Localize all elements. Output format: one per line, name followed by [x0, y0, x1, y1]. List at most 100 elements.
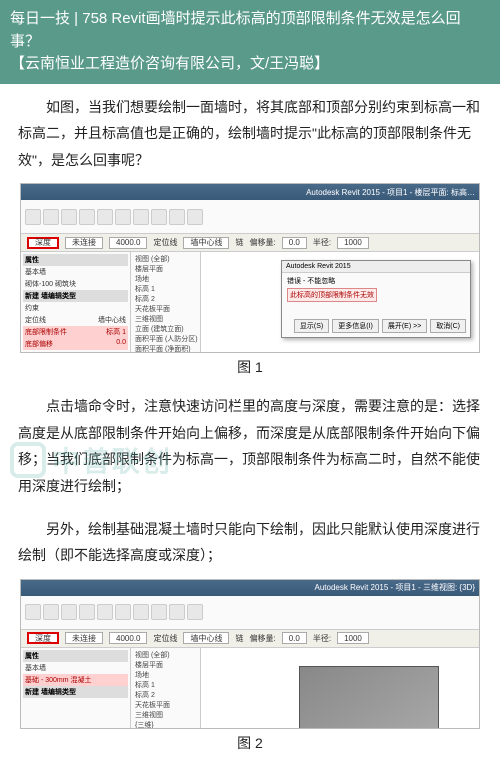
prop-row-base-constraint[interactable]: 底部限制条件标高 1: [23, 326, 128, 338]
prop-row-base-offset[interactable]: 底部偏移0.0: [23, 338, 128, 350]
height-input[interactable]: 4000.0: [109, 237, 147, 249]
ribbon-button[interactable]: [97, 604, 113, 620]
offset-input[interactable]: 0.0: [282, 632, 307, 644]
tree-item[interactable]: 标高 1: [133, 680, 198, 690]
tree-item[interactable]: 三维视图: [133, 314, 198, 324]
ribbon-button[interactable]: [61, 209, 77, 225]
dialog-subtitle: 错误 - 不能忽略: [287, 276, 465, 286]
ribbon-button[interactable]: [115, 604, 131, 620]
offset-label: 偏移量:: [249, 633, 275, 644]
project-browser: 视图 (全部) 楼层平面 场地 标高 1 标高 2 天花板平面 三维视图 立面 …: [131, 252, 201, 352]
tree-item[interactable]: 标高 2: [133, 294, 198, 304]
app-title-text: Autodesk Revit 2015 - 项目1 - 三维视图: {3D}: [314, 582, 475, 593]
grid-header: 新建 墙编辑类型: [23, 686, 128, 698]
ribbon-button[interactable]: [187, 209, 203, 225]
ribbon-button[interactable]: [97, 209, 113, 225]
radius-input[interactable]: 1000: [337, 237, 369, 249]
tree-item[interactable]: 面积平面 (净面积): [133, 344, 198, 353]
properties-panel: 属性 基本墙 基础 - 300mm 混凝土 新建 墙编辑类型: [21, 648, 131, 728]
main-area: 属性 基本墙 基础 - 300mm 混凝土 新建 墙编辑类型 视图 (全部) 楼…: [21, 648, 479, 728]
options-bar: 深度 未连接 4000.0 定位线 墙中心线 链 偏移量: 0.0 半径: 10…: [21, 234, 479, 252]
paragraph-1: 如图，当我们想要绘制一面墙时，将其底部和顶部分别约束到标高一和标高二，并且标高值…: [0, 84, 500, 180]
document-page: 每日一技 | 758 Revit画墙时提示此标高的顶部限制条件无效是怎么回事？ …: [0, 0, 500, 753]
tree-item[interactable]: 面积平面 (人防分区): [133, 334, 198, 344]
drawing-canvas[interactable]: [201, 648, 479, 728]
tree-item[interactable]: 天花板平面: [133, 700, 198, 710]
drawing-canvas[interactable]: Autodesk Revit 2015 错误 - 不能忽略 此标高的顶部限制条件…: [201, 252, 479, 352]
tree-item[interactable]: {三维}: [133, 720, 198, 729]
properties-header: 属性: [23, 254, 128, 266]
prop-row[interactable]: 定位线墙中心线: [23, 314, 128, 326]
app-title-text: Autodesk Revit 2015 - 项目1 - 楼层平面: 标高…: [306, 187, 475, 198]
tree-item[interactable]: 场地: [133, 274, 198, 284]
wall-type-row: 基本墙: [23, 662, 128, 674]
ribbon-button[interactable]: [61, 604, 77, 620]
tree-item[interactable]: 视图 (全部): [133, 254, 198, 264]
article-title: 每日一技 | 758 Revit画墙时提示此标高的顶部限制条件无效是怎么回事？: [10, 8, 490, 53]
ribbon-button[interactable]: [151, 604, 167, 620]
prop-row[interactable]: 已附着底部: [23, 350, 128, 352]
wall-subtype-row: 砌体-100 砌筑块: [23, 278, 128, 290]
dialog-body: 错误 - 不能忽略 此标高的顶部限制条件无效: [282, 273, 470, 307]
tree-item[interactable]: 天花板平面: [133, 304, 198, 314]
offset-input[interactable]: 0.0: [282, 237, 307, 249]
paragraph-2: 点击墙命令时，注意快速访问栏里的高度与深度，需要注意的是：选择高度是从底部限制条…: [0, 383, 500, 505]
wall-3d-preview: [299, 666, 439, 729]
tree-item[interactable]: 立面 (建筑立面): [133, 324, 198, 334]
location-dropdown[interactable]: 墙中心线: [183, 237, 229, 249]
tree-item[interactable]: 视图 (全部): [133, 650, 198, 660]
tree-item[interactable]: 标高 1: [133, 284, 198, 294]
constraint-dropdown[interactable]: 未连接: [65, 632, 103, 644]
ribbon-button[interactable]: [133, 209, 149, 225]
tree-item[interactable]: 三维视图: [133, 710, 198, 720]
tree-item[interactable]: 楼层平面: [133, 264, 198, 274]
radius-label: 半径:: [313, 633, 331, 644]
properties-panel: 属性 基本墙 砌体-100 砌筑块 新建 墙编辑类型 约束 定位线墙中心线 底部…: [21, 252, 131, 352]
location-dropdown[interactable]: 墙中心线: [183, 632, 229, 644]
project-browser: 视图 (全部) 楼层平面 场地 标高 1 标高 2 天花板平面 三维视图 {三维…: [131, 648, 201, 728]
figure-2-caption: 图 2: [0, 733, 500, 753]
figure-1-screenshot: Autodesk Revit 2015 - 项目1 - 楼层平面: 标高… 深度…: [20, 183, 480, 353]
tree-item[interactable]: 标高 2: [133, 690, 198, 700]
error-message: 此标高的顶部限制条件无效: [287, 288, 377, 302]
ribbon-button[interactable]: [79, 209, 95, 225]
options-bar: 深度 未连接 4000.0 定位线 墙中心线 链 偏移量: 0.0 半径: 10…: [21, 630, 479, 648]
depth-dropdown[interactable]: 深度: [27, 237, 59, 249]
paragraph-3: 另外，绘制基础混凝土墙时只能向下绘制，因此只能默认使用深度进行绘制（即不能选择高…: [0, 506, 500, 575]
ribbon-button[interactable]: [43, 604, 59, 620]
chain-checkbox-label[interactable]: 链: [235, 237, 243, 248]
ribbon-button[interactable]: [25, 604, 41, 620]
height-input[interactable]: 4000.0: [109, 632, 147, 644]
location-label: 定位线: [153, 633, 177, 644]
constraint-dropdown[interactable]: 未连接: [65, 237, 103, 249]
ribbon-button[interactable]: [169, 209, 185, 225]
ribbon-button[interactable]: [133, 604, 149, 620]
ribbon-button[interactable]: [79, 604, 95, 620]
chain-checkbox-label[interactable]: 链: [235, 633, 243, 644]
dialog-buttons: 显示(S) 更多信息(I) 展开(E) >> 取消(C): [294, 319, 466, 333]
figure-2-screenshot: Autodesk Revit 2015 - 项目1 - 三维视图: {3D} 深…: [20, 579, 480, 729]
ribbon-button[interactable]: [25, 209, 41, 225]
ribbon-button[interactable]: [187, 604, 203, 620]
ribbon-button[interactable]: [115, 209, 131, 225]
properties-header: 属性: [23, 650, 128, 662]
show-button[interactable]: 显示(S): [294, 319, 329, 333]
expand-button[interactable]: 展开(E) >>: [382, 319, 427, 333]
ribbon-button[interactable]: [151, 209, 167, 225]
wall-type-row: 基本墙: [23, 266, 128, 278]
more-info-button[interactable]: 更多信息(I): [332, 319, 379, 333]
wall-subtype-row: 基础 - 300mm 混凝土: [23, 674, 128, 686]
dialog-titlebar: Autodesk Revit 2015: [282, 261, 470, 273]
tree-item[interactable]: 场地: [133, 670, 198, 680]
cancel-button[interactable]: 取消(C): [430, 319, 466, 333]
article-byline: 【云南恒业工程造价咨询有限公司，文/王冯聪】: [10, 53, 490, 76]
radius-label: 半径:: [313, 237, 331, 248]
depth-dropdown[interactable]: 深度: [27, 632, 59, 644]
offset-label: 偏移量:: [249, 237, 275, 248]
prop-row[interactable]: 约束: [23, 302, 128, 314]
ribbon-button[interactable]: [43, 209, 59, 225]
figure-1-caption: 图 1: [0, 357, 500, 377]
radius-input[interactable]: 1000: [337, 632, 369, 644]
ribbon-button[interactable]: [169, 604, 185, 620]
tree-item[interactable]: 楼层平面: [133, 660, 198, 670]
